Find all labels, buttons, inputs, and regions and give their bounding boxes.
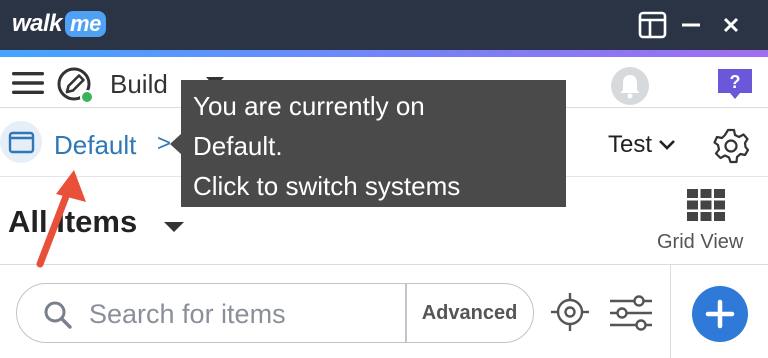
search-box: Advanced <box>16 283 534 343</box>
environment-label: Test <box>608 131 653 158</box>
gear-icon[interactable] <box>712 127 750 165</box>
help-glyph: ? <box>730 72 741 92</box>
caret-down-icon[interactable] <box>163 220 185 234</box>
logo-text: walk <box>12 10 63 37</box>
add-item-button[interactable] <box>692 286 748 342</box>
minimize-icon[interactable] <box>674 8 708 42</box>
logo-badge: me <box>65 11 106 37</box>
search-bar: Advanced <box>0 265 768 358</box>
title-bar: walk me <box>0 0 768 50</box>
plus-icon <box>705 299 735 329</box>
toolbar-divider <box>670 265 671 358</box>
search-input[interactable] <box>87 292 401 336</box>
target-icon[interactable] <box>550 292 590 332</box>
window-icon[interactable] <box>0 121 42 163</box>
advanced-search-button[interactable]: Advanced <box>406 284 533 342</box>
annotation-arrow-icon <box>36 170 86 268</box>
mode-label[interactable]: Build <box>110 69 168 100</box>
close-icon[interactable] <box>714 8 748 42</box>
bell-icon[interactable] <box>610 66 650 106</box>
chevron-down-icon <box>659 140 675 150</box>
help-icon[interactable]: ? <box>715 67 755 101</box>
filter-sliders-icon[interactable] <box>608 293 654 333</box>
tooltip-line-1: You are currently on <box>193 91 425 121</box>
tooltip-line-3: Click to switch systems <box>193 171 461 201</box>
layout-panel-icon[interactable] <box>636 8 670 42</box>
breadcrumb-separator: > <box>157 130 172 157</box>
walkme-logo: walk me <box>12 9 106 39</box>
accent-strip <box>0 50 768 57</box>
tooltip-line-2: Default. <box>193 131 283 161</box>
environment-select[interactable]: Test <box>608 131 676 159</box>
search-icon <box>44 301 72 329</box>
grid-icon[interactable] <box>686 188 726 222</box>
system-switcher[interactable]: Default <box>54 130 136 161</box>
hamburger-icon[interactable] <box>10 69 46 97</box>
grid-view-label[interactable]: Grid View <box>657 231 743 254</box>
build-pencil-icon <box>57 67 94 104</box>
system-switch-tooltip: You are currently on Default. Click to s… <box>181 80 566 207</box>
